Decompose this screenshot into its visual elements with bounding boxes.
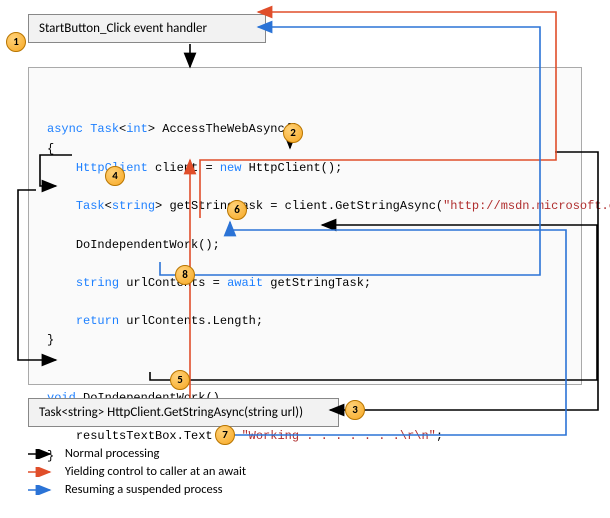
footer-text: Task<string> HttpClient.GetStringAsync(s…	[39, 405, 303, 420]
badge-8: 8	[175, 265, 195, 285]
badge-1: 1	[6, 32, 26, 52]
badge-2: 2	[283, 123, 303, 143]
legend-resume: Resuming a suspended process	[28, 482, 223, 497]
badge-5: 5	[170, 370, 190, 390]
badge-6: 6	[227, 200, 247, 220]
badge-7: 7	[215, 425, 235, 445]
legend-normal: Normal processing	[28, 446, 159, 461]
code-box: async Task<int> AccessTheWebAsync() { Ht…	[28, 67, 582, 385]
footer-box: Task<string> HttpClient.GetStringAsync(s…	[28, 398, 339, 427]
badge-4: 4	[105, 166, 125, 186]
badge-3: 3	[345, 400, 365, 420]
legend-yield: Yielding control to caller at an await	[28, 464, 246, 479]
header-box: StartButton_Click event handler	[28, 14, 266, 43]
header-title: StartButton_Click event handler	[39, 21, 207, 36]
